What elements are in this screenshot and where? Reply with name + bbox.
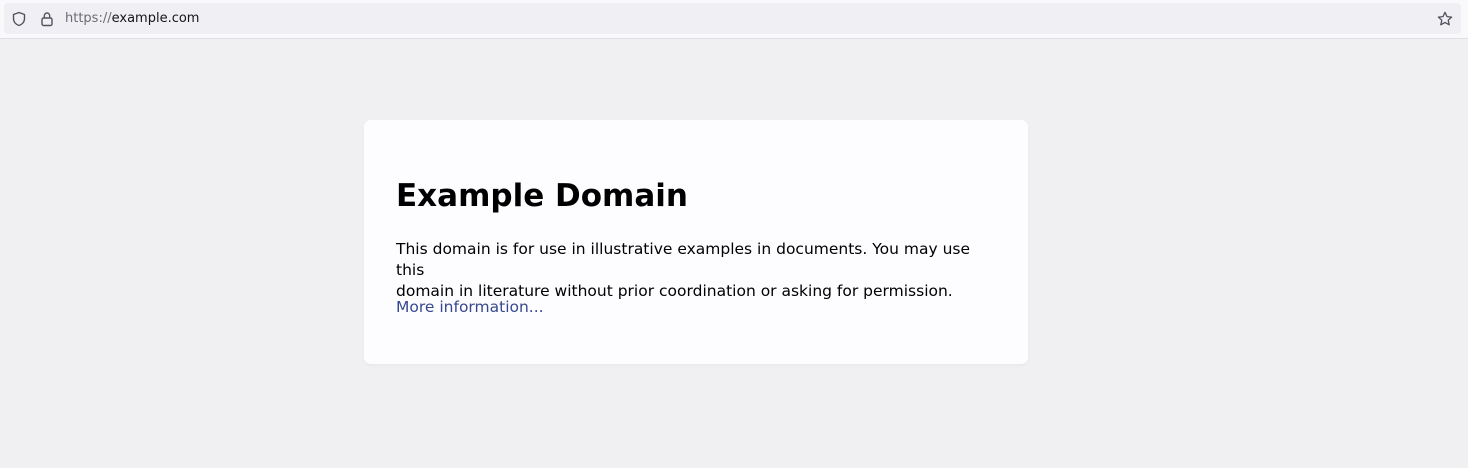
more-information-link[interactable]: More information... bbox=[396, 297, 544, 318]
lock-icon[interactable] bbox=[39, 11, 55, 27]
star-icon[interactable] bbox=[1437, 11, 1453, 27]
url-scheme: https:// bbox=[65, 11, 112, 26]
url-host: example.com bbox=[111, 11, 200, 26]
content-card: Example Domain This domain is for use in… bbox=[364, 120, 1028, 364]
page-viewport: Example Domain This domain is for use in… bbox=[0, 39, 1468, 468]
shield-icon[interactable] bbox=[11, 11, 27, 27]
address-bar[interactable]: https://example.com bbox=[4, 3, 1461, 34]
page-title: Example Domain bbox=[396, 178, 688, 214]
paragraph-line-1: This domain is for use in illustrative e… bbox=[396, 240, 971, 279]
url-text[interactable]: https://example.com bbox=[65, 11, 199, 27]
description-paragraph: This domain is for use in illustrative e… bbox=[396, 239, 996, 302]
browser-toolbar: https://example.com bbox=[0, 0, 1468, 39]
